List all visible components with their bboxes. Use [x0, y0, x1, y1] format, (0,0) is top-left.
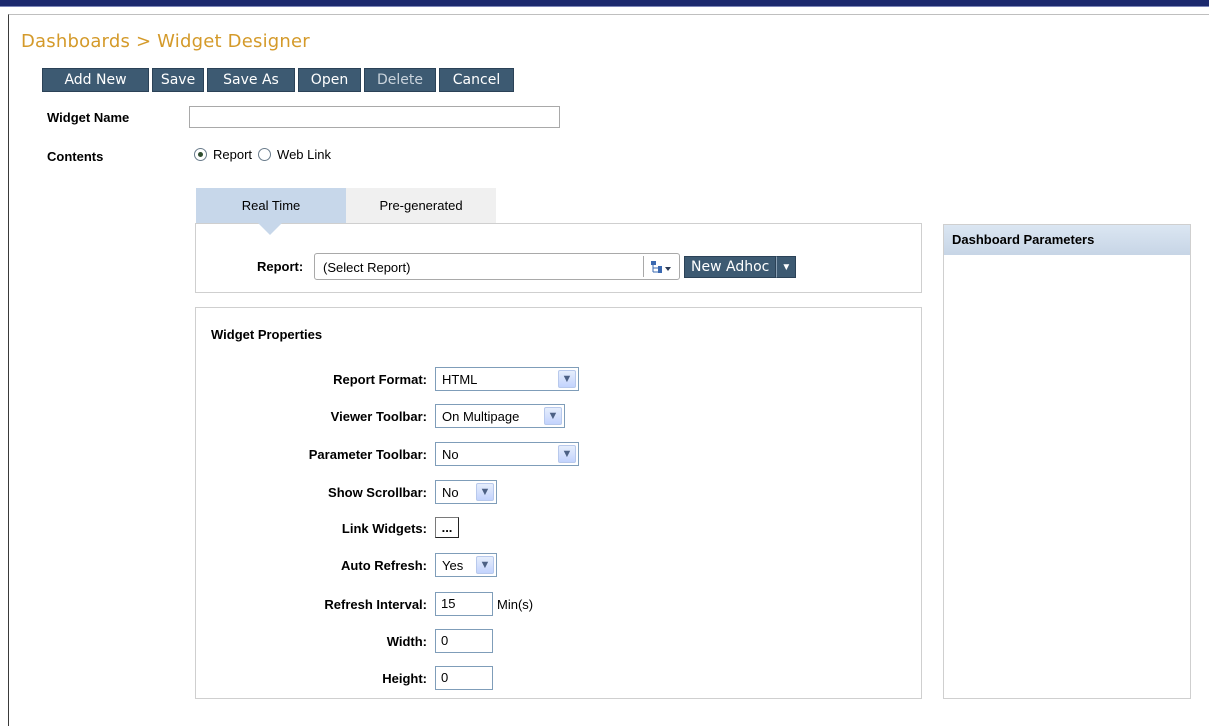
viewer-toolbar-select[interactable]: On Multipage ▼: [435, 404, 565, 428]
refresh-interval-label: Refresh Interval:: [324, 597, 427, 612]
save-button[interactable]: Save: [152, 68, 204, 92]
widget-properties-title: Widget Properties: [211, 327, 323, 342]
tree-picker-icon[interactable]: [643, 256, 677, 277]
report-radio-label[interactable]: Report: [213, 147, 252, 162]
new-adhoc-button[interactable]: New Adhoc: [684, 256, 777, 278]
widget-name-label: Widget Name: [47, 110, 130, 125]
show-scrollbar-value: No: [442, 485, 459, 500]
chevron-down-icon: ▼: [476, 483, 494, 501]
tree-icon: [650, 260, 671, 273]
dashboard-parameters-panel: [943, 224, 1191, 699]
web-link-radio-label[interactable]: Web Link: [277, 147, 331, 162]
show-scrollbar-label: Show Scrollbar:: [328, 485, 427, 500]
report-format-label: Report Format:: [333, 372, 427, 387]
save-as-button[interactable]: Save As: [207, 68, 295, 92]
auto-refresh-label: Auto Refresh:: [341, 558, 427, 573]
breadcrumb: Dashboards > Widget Designer: [21, 31, 310, 52]
chevron-down-icon: ▼: [558, 370, 576, 388]
dashboard-parameters-title: Dashboard Parameters: [944, 225, 1190, 255]
show-scrollbar-select[interactable]: No ▼: [435, 480, 497, 504]
contents-radio-group: Report Web Link: [194, 147, 331, 162]
delete-button[interactable]: Delete: [364, 68, 436, 92]
auto-refresh-value: Yes: [442, 558, 464, 573]
viewer-toolbar-label: Viewer Toolbar:: [330, 409, 427, 424]
parameter-toolbar-select[interactable]: No ▼: [435, 442, 579, 466]
auto-refresh-select[interactable]: Yes ▼: [435, 553, 497, 577]
width-input[interactable]: 0: [435, 629, 493, 653]
parameter-toolbar-value: No: [442, 447, 459, 462]
widget-name-input[interactable]: [189, 106, 560, 128]
web-link-radio[interactable]: [258, 148, 272, 161]
chevron-down-icon: ▼: [476, 556, 494, 574]
tab-real-time[interactable]: Real Time: [196, 188, 346, 223]
contents-label: Contents: [47, 149, 104, 164]
report-format-select[interactable]: HTML ▼: [435, 367, 579, 391]
link-widgets-button[interactable]: ...: [435, 517, 459, 538]
radio-selected-dot: [198, 152, 203, 157]
report-format-value: HTML: [442, 372, 478, 387]
report-source-tabs: Real Time Pre-generated: [196, 188, 496, 223]
report-select[interactable]: (Select Report): [314, 253, 680, 280]
link-widgets-label: Link Widgets:: [341, 521, 427, 536]
new-adhoc-split-button: New Adhoc ▼: [684, 256, 797, 278]
open-button[interactable]: Open: [298, 68, 361, 92]
new-adhoc-dropdown-icon[interactable]: ▼: [776, 256, 797, 278]
add-new-button[interactable]: Add New: [42, 68, 149, 92]
top-bar: [0, 0, 1209, 7]
chevron-down-icon: ▼: [558, 445, 576, 463]
refresh-interval-input[interactable]: 15: [435, 592, 493, 616]
tab-pre-generated[interactable]: Pre-generated: [346, 188, 496, 223]
chevron-down-icon: ▼: [544, 407, 562, 425]
report-label: Report:: [257, 259, 304, 274]
action-toolbar: Add New Save Save As Open Delete Cancel: [42, 68, 514, 92]
report-select-value: (Select Report): [323, 260, 411, 275]
height-label: Height:: [382, 671, 427, 686]
viewer-toolbar-value: On Multipage: [442, 409, 520, 424]
active-tab-indicator: [258, 223, 282, 235]
parameter-toolbar-label: Parameter Toolbar:: [308, 447, 427, 462]
width-label: Width:: [386, 634, 427, 649]
height-input[interactable]: 0: [435, 666, 493, 690]
refresh-interval-unit: Min(s): [497, 597, 534, 612]
cancel-button[interactable]: Cancel: [439, 68, 514, 92]
report-radio[interactable]: [194, 148, 207, 161]
